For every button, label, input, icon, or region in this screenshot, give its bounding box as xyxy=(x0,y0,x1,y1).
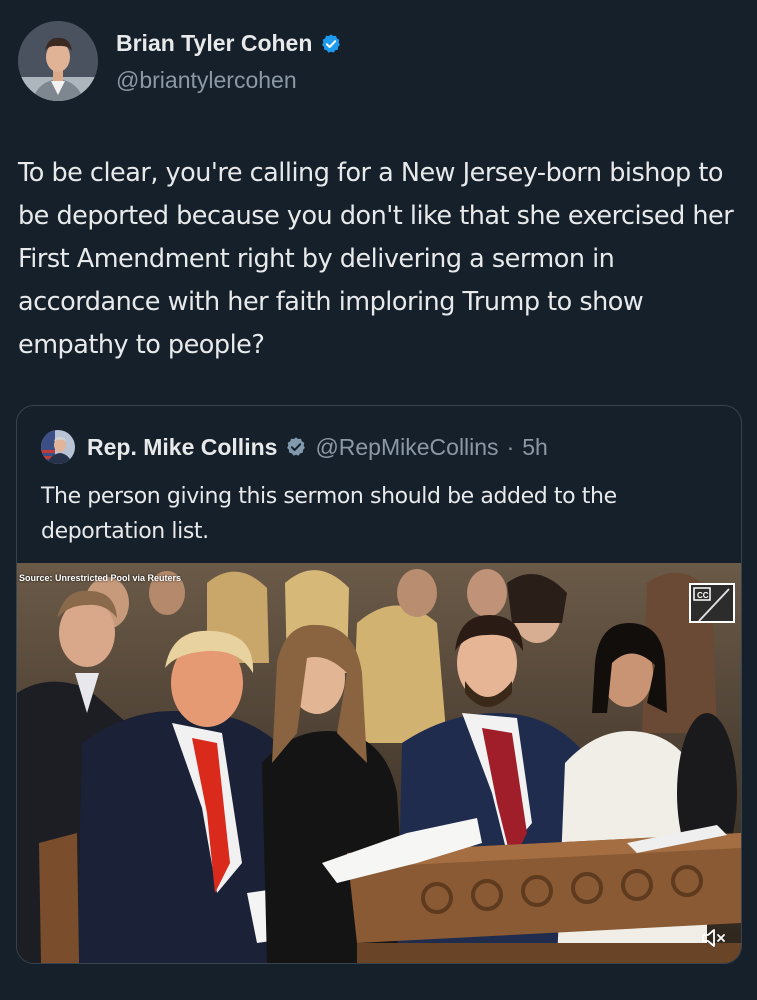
author-name[interactable]: Brian Tyler Cohen xyxy=(116,30,312,57)
cc-label: CC xyxy=(697,591,709,600)
author-handle[interactable]: @briantylercohen xyxy=(116,67,297,94)
quoted-tweet-text: The person giving this sermon should be … xyxy=(41,484,617,544)
closed-captions-button[interactable]: CC xyxy=(689,583,735,623)
author-avatar[interactable] xyxy=(18,21,98,101)
quoted-tweet-header: Rep. Mike Collins @RepMikeCollins · 5h xyxy=(41,430,548,464)
government-badge-icon xyxy=(285,436,307,458)
mute-speaker-icon[interactable] xyxy=(701,927,727,949)
quoted-tweet-card[interactable]: Rep. Mike Collins @RepMikeCollins · 5h T… xyxy=(16,405,742,964)
quoted-author-handle[interactable]: @RepMikeCollins xyxy=(315,434,498,461)
verified-badge-icon xyxy=(320,33,342,55)
quoted-timestamp[interactable]: 5h xyxy=(522,434,548,461)
quoted-author-name[interactable]: Rep. Mike Collins xyxy=(87,434,277,461)
author-name-row[interactable]: Brian Tyler Cohen xyxy=(116,30,342,57)
media-source-caption: Source: Unrestricted Pool via Reuters xyxy=(19,573,182,583)
video-player[interactable]: Source: Unrestricted Pool via Reuters CC xyxy=(17,563,741,963)
video-frame-image xyxy=(17,563,741,963)
dot-separator: · xyxy=(506,433,515,460)
quoted-author-avatar[interactable] xyxy=(41,430,75,464)
tweet-text: To be clear, you're calling for a New Je… xyxy=(18,158,734,360)
